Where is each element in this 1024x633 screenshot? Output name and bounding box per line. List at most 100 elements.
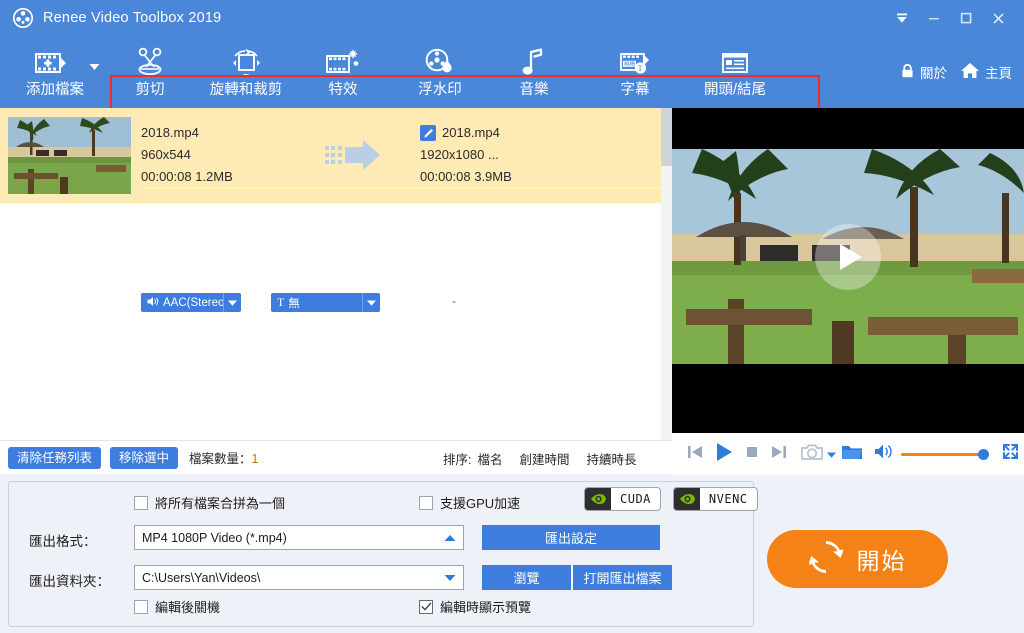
audio-track-select[interactable]: AAC(Stereo 4 — [141, 293, 241, 312]
minimize-to-tray-button[interactable] — [886, 0, 918, 36]
volume-knob[interactable] — [978, 449, 989, 460]
source-duration-size: 00:00:08 1.2MB — [141, 166, 233, 188]
file-list-area: 2018.mp4 960x544 00:00:08 1.2MB — [0, 108, 672, 440]
toolbar-label-music: 音樂 — [520, 83, 549, 98]
title-bar: Renee Video Toolbox 2019 — [0, 0, 1024, 36]
next-button[interactable] — [766, 443, 793, 466]
subtitle-track-value: 無 — [288, 295, 300, 311]
table-row[interactable]: 2018.mp4 960x544 00:00:08 1.2MB — [0, 108, 672, 203]
toolbar-item-trim[interactable]: 剪切 — [120, 36, 180, 108]
lock-icon — [900, 63, 915, 82]
about-label: 關於 — [920, 62, 947, 82]
camera-icon — [801, 443, 823, 466]
toolbar-item-intro-outro[interactable]: 開頭/結尾 — [679, 36, 791, 108]
play-triangle-icon — [840, 244, 862, 270]
file-list-scrollbar[interactable] — [661, 108, 672, 440]
open-folder-button[interactable] — [838, 443, 867, 466]
subtitle-track-select[interactable]: T 無 — [271, 293, 380, 312]
snapshot-button[interactable] — [799, 443, 826, 466]
stop-icon — [745, 445, 759, 464]
toolbar-item-watermark[interactable]: 浮水印 — [394, 36, 486, 108]
sort-by-created-time[interactable]: 創建時間 — [520, 449, 570, 468]
home-link[interactable]: 主頁 — [960, 62, 1012, 82]
toolbar-item-subtitle[interactable]: SUB T 字幕 — [589, 36, 681, 108]
about-link[interactable]: 關於 — [900, 62, 947, 82]
film-reel-icon — [12, 7, 34, 29]
caret-down-icon[interactable] — [89, 58, 100, 76]
sort-options: 排序: 檔名 創建時間 持續時長 — [443, 449, 637, 468]
refresh-icon — [809, 540, 843, 579]
video-thumbnail — [8, 117, 131, 194]
row-divider — [141, 187, 661, 188]
app-window: Renee Video Toolbox 2019 — [0, 0, 1024, 633]
play-button[interactable] — [709, 441, 739, 468]
play-circle-icon[interactable] — [815, 224, 881, 290]
sort-by-filename[interactable]: 檔名 — [477, 449, 502, 468]
fullscreen-button[interactable] — [997, 442, 1024, 466]
speaker-icon — [147, 296, 159, 310]
caret-down-icon[interactable] — [223, 293, 241, 312]
clear-task-list-button[interactable]: 清除任務列表 — [8, 447, 101, 469]
list-toolbar: 清除任務列表 移除選中 檔案數量：1 排序: 檔名 創建時間 持續時長 — [0, 440, 672, 474]
audio-track-value: AAC(Stereo 4 — [163, 297, 223, 309]
merge-files-checkbox[interactable]: 將所有檔案合拼為一個 — [134, 493, 285, 512]
toolbar-item-rotate-crop[interactable]: 旋轉和裁剪 — [196, 36, 296, 108]
volume-button[interactable] — [870, 443, 897, 465]
open-output-folder-button[interactable]: 打開匯出檔案 — [572, 565, 672, 590]
scrollbar-thumb[interactable] — [661, 108, 672, 166]
sort-by-duration[interactable]: 持續時長 — [587, 449, 637, 468]
snapshot-dropdown[interactable] — [825, 445, 838, 463]
caret-down-icon[interactable] — [362, 293, 380, 312]
toolbar-item-add-file[interactable]: 添加檔案 — [0, 36, 110, 108]
checkbox-box — [134, 600, 148, 614]
export-settings-panel: 將所有檔案合拼為一個 支援GPU加速 CUDA — [8, 481, 754, 627]
toolbar-item-music[interactable]: 音樂 — [495, 36, 573, 108]
caret-up-icon[interactable] — [437, 534, 463, 542]
toolbar-label-trim: 剪切 — [136, 83, 165, 98]
gpu-acceleration-label: 支援GPU加速 — [440, 493, 520, 512]
file-count-label: 檔案數量： — [189, 452, 252, 466]
svg-text:T: T — [638, 64, 643, 73]
export-folder-label: 匯出資料夾： — [29, 570, 110, 590]
maximize-button[interactable] — [950, 0, 982, 36]
stop-button[interactable] — [739, 445, 766, 464]
close-button[interactable] — [982, 0, 1014, 36]
toolbar-label-intro-outro: 開頭/結尾 — [704, 83, 766, 98]
browse-button[interactable]: 瀏覽 — [482, 565, 571, 590]
file-count: 檔案數量：1 — [189, 448, 258, 467]
start-button[interactable]: 開始 — [767, 530, 948, 588]
row-extra-text: - — [452, 294, 456, 308]
speaker-icon — [874, 443, 894, 465]
cuda-label: CUDA — [611, 488, 660, 510]
toolbar-label-effects: 特效 — [329, 83, 358, 98]
show-preview-checkbox[interactable]: 編輯時顯示預覽 — [419, 597, 531, 616]
minimize-button[interactable] — [918, 0, 950, 36]
maximize-icon — [959, 11, 973, 25]
fullscreen-icon — [1001, 442, 1020, 466]
pencil-icon[interactable] — [420, 125, 436, 141]
toolbar-item-effects[interactable]: 特效 — [297, 36, 389, 108]
export-folder-input[interactable]: C:\Users\Yan\Videos\ — [134, 565, 464, 590]
preview-frame — [672, 149, 1024, 364]
arrow-right-icon — [325, 138, 385, 177]
caret-down-icon[interactable] — [437, 574, 463, 582]
close-icon — [991, 11, 1006, 26]
export-format-select[interactable]: MP4 1080P Video (*.mp4) — [134, 525, 464, 550]
caret-down-icon — [827, 445, 836, 463]
nvenc-badge: NVENC — [673, 487, 758, 511]
window-title: Renee Video Toolbox 2019 — [43, 10, 221, 26]
previous-button[interactable] — [682, 443, 709, 466]
remove-selected-button[interactable]: 移除選中 — [110, 447, 178, 469]
merge-files-label: 將所有檔案合拼為一個 — [155, 493, 285, 512]
checkbox-box — [419, 496, 433, 510]
target-resolution: 1920x1080 ... — [420, 144, 512, 166]
volume-slider[interactable] — [901, 447, 989, 461]
source-file-name: 2018.mp4 — [141, 122, 233, 144]
player-controls — [672, 433, 1024, 475]
video-preview[interactable] — [672, 108, 1024, 433]
shutdown-after-checkbox[interactable]: 編輯後關機 — [134, 597, 220, 616]
gpu-acceleration-checkbox[interactable]: 支援GPU加速 — [419, 493, 520, 512]
export-settings-button[interactable]: 匯出設定 — [482, 525, 660, 550]
nvidia-icon — [585, 488, 611, 510]
main-toolbar: 添加檔案 剪切 — [0, 36, 1024, 108]
